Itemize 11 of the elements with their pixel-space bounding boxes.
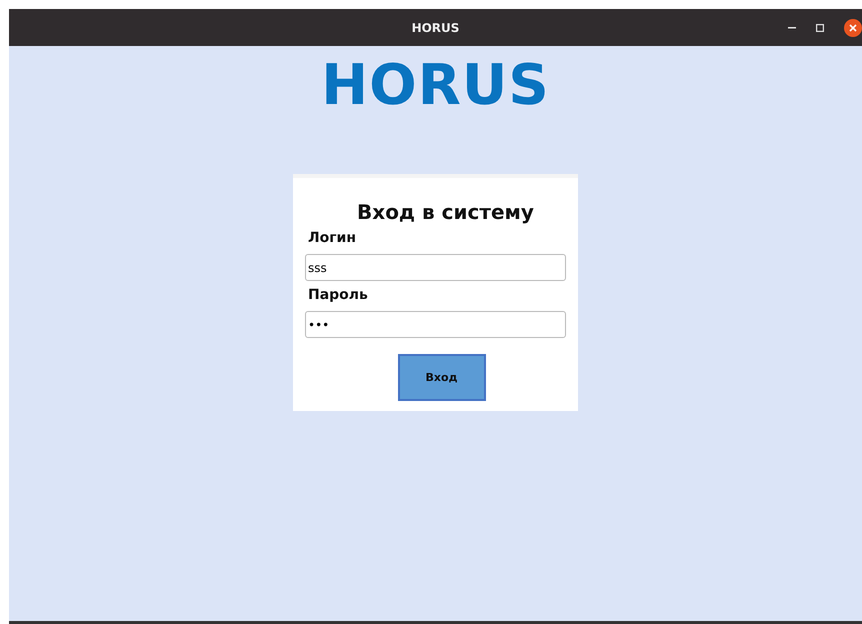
field-label: Логин <box>308 230 358 246</box>
login-button[interactable]: Вход <box>398 354 486 401</box>
minimize-icon[interactable] <box>788 27 796 29</box>
form-title: Вход в систему <box>356 200 535 224</box>
window-title: HORUS <box>412 20 460 34</box>
logo-text: HORUS <box>321 54 550 118</box>
maximize-icon[interactable] <box>816 24 824 32</box>
input-field[interactable]: sss <box>305 254 566 281</box>
field-label: Пароль <box>308 287 369 303</box>
input-field[interactable]: ••• <box>305 311 566 338</box>
close-icon[interactable] <box>844 19 862 37</box>
